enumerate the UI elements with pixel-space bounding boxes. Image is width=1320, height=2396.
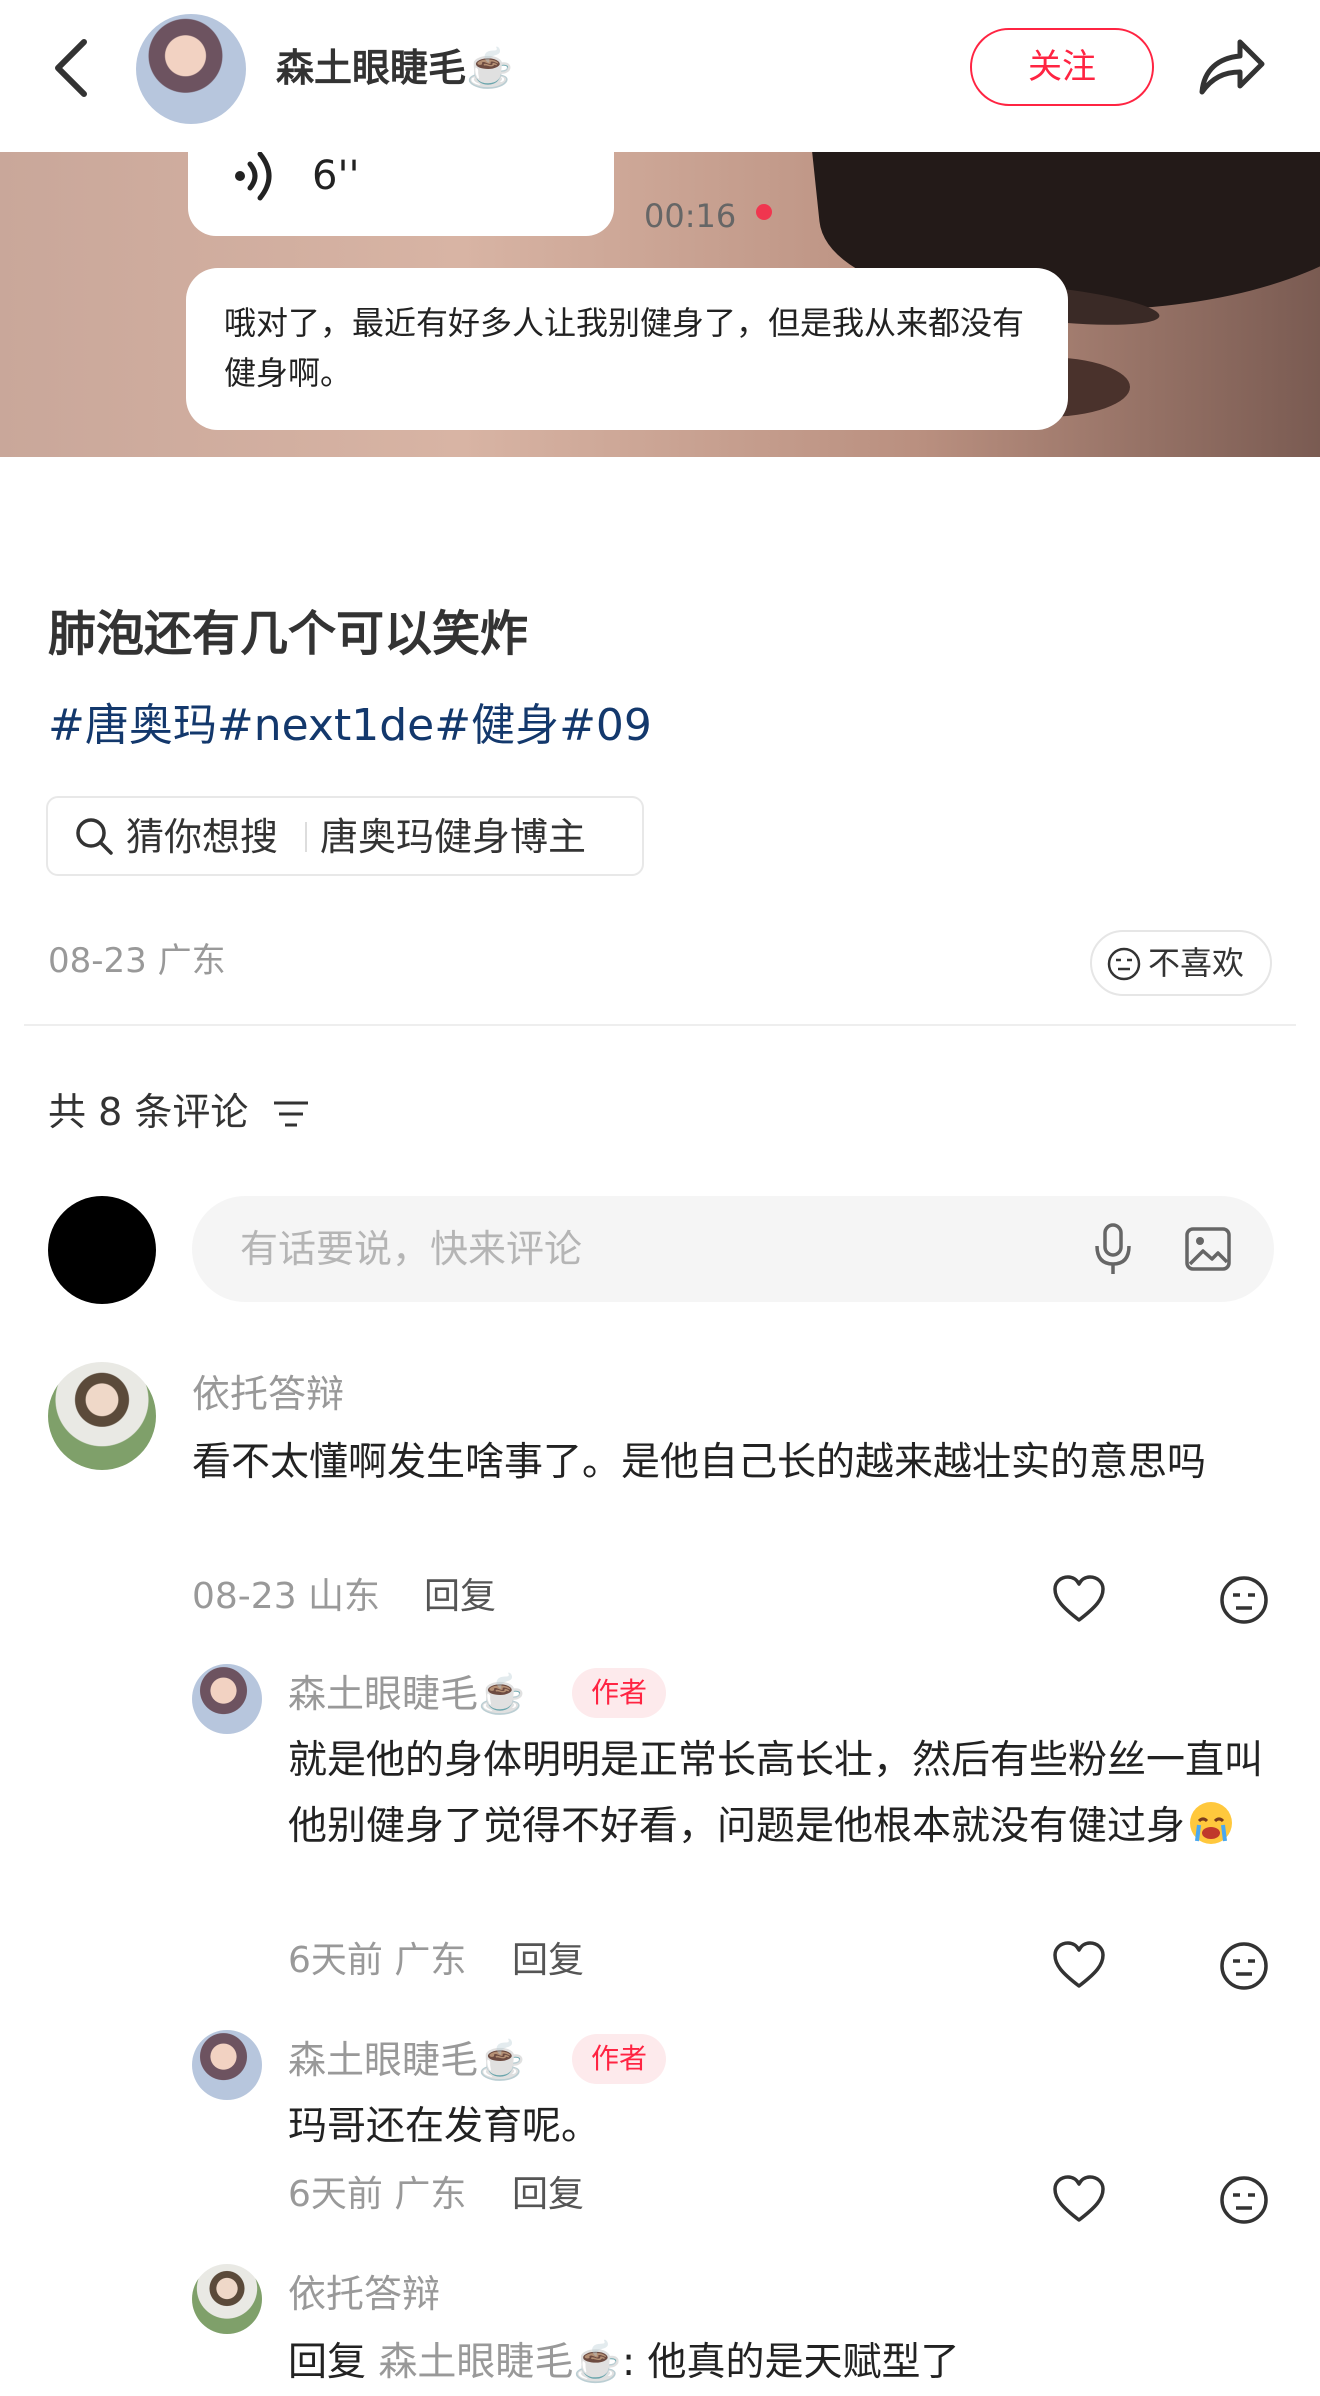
sort-filter-icon[interactable] — [272, 1098, 310, 1130]
comment-username[interactable]: 森土眼睫毛☕️ — [288, 2034, 525, 2086]
like-heart-icon[interactable] — [1052, 1574, 1106, 1624]
crying-face-emoji-icon — [1190, 1802, 1233, 1844]
comment-date-location: 08-23 山东 — [192, 1576, 381, 1617]
comment-date-location: 6天前 广东 — [288, 1940, 467, 1981]
comment-count: 共 8 条评论 — [48, 1090, 249, 1134]
search-chip-term: 唐奥玛健身博主 — [320, 815, 587, 859]
comment-text-body: : 他真的是天赋型了 — [621, 2340, 960, 2385]
search-chip-label: 猜你想搜 — [126, 815, 279, 859]
post-tags[interactable]: #唐奥玛#next1de#健身#09 — [48, 694, 652, 758]
follow-button[interactable]: 关注 — [970, 28, 1154, 106]
record-dot-icon — [756, 204, 772, 220]
post-title: 肺泡还有几个可以笑炸 — [48, 606, 529, 662]
comment-username[interactable]: 森土眼睫毛☕️ — [288, 1668, 525, 1720]
like-heart-icon[interactable] — [1052, 1940, 1106, 1990]
post-date-location: 08-23 广东 — [48, 941, 226, 981]
top-bar: 森土眼睫毛☕️ 关注 — [0, 0, 1320, 152]
message-bubble-text: 哦对了，最近有好多人让我别健身了，但是我从来都没有健身啊。 — [224, 304, 1025, 392]
comment-text: 看不太懂啊发生啥事了。是他自己长的越来越壮实的意思吗 — [192, 1440, 1207, 1485]
commenter-avatar[interactable] — [192, 2264, 262, 2334]
chip-divider — [305, 822, 307, 852]
voice-wave-icon — [235, 151, 272, 201]
comment-text-body: 就是他的身体明明是正常长高长壮，然后有些粉丝一直叫他别健身了觉得不好看，问题是他… — [288, 1738, 1264, 1849]
comment-username[interactable]: 依托答辩 — [288, 2268, 440, 2320]
author-badge: 作者 — [572, 2034, 666, 2084]
search-icon — [76, 818, 113, 855]
video-timestamp: 00:16 — [644, 197, 737, 235]
dislike-face-icon[interactable] — [1218, 2174, 1270, 2226]
comment-text: 就是他的身体明明是正常长高长壮，然后有些粉丝一直叫他别健身了觉得不好看，问题是他… — [288, 1728, 1268, 1860]
dislike-face-icon[interactable] — [1218, 1940, 1270, 1992]
comment-text: 玛哥还在发育呢。 — [288, 2104, 601, 2149]
comment-text: 回复 森土眼睫毛☕️: 他真的是天赋型了 — [288, 2330, 1268, 2396]
neutral-face-icon — [1107, 947, 1141, 981]
author-badge: 作者 — [572, 1668, 666, 1718]
dislike-label: 不喜欢 — [1148, 944, 1245, 982]
author-name[interactable]: 森土眼睫毛☕️ — [276, 40, 513, 96]
commenter-avatar[interactable] — [192, 2030, 262, 2100]
voice-duration: 6'' — [312, 153, 360, 199]
image-icon[interactable] — [1184, 1226, 1232, 1272]
reply-prefix: 回复 — [288, 2340, 367, 2385]
my-avatar[interactable] — [48, 1196, 156, 1304]
back-arrow-icon[interactable] — [48, 36, 96, 100]
commenter-avatar[interactable] — [192, 1664, 262, 1734]
comment-username[interactable]: 依托答辩 — [192, 1368, 344, 1420]
commenter-avatar[interactable] — [48, 1362, 156, 1470]
reply-button[interactable]: 回复 — [424, 1572, 496, 1622]
divider — [24, 1024, 1296, 1026]
mention-username[interactable]: 森土眼睫毛☕️ — [378, 2340, 622, 2385]
reply-button[interactable]: 回复 — [512, 2170, 584, 2220]
dislike-face-icon[interactable] — [1218, 1574, 1270, 1626]
author-avatar[interactable] — [136, 14, 246, 124]
like-heart-icon[interactable] — [1052, 2174, 1106, 2224]
comment-date-location: 6天前 广东 — [288, 2174, 467, 2215]
microphone-icon[interactable] — [1092, 1222, 1134, 1276]
share-icon[interactable] — [1196, 34, 1268, 100]
reply-button[interactable]: 回复 — [512, 1936, 584, 1986]
